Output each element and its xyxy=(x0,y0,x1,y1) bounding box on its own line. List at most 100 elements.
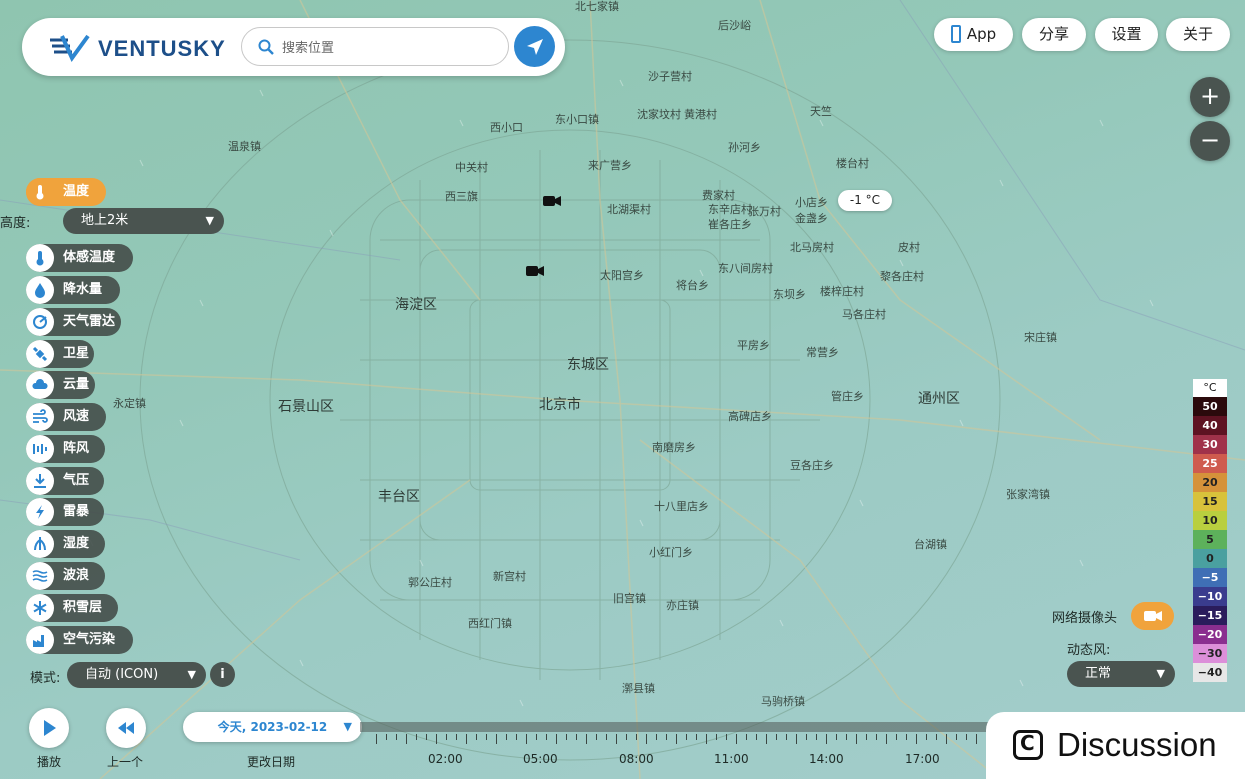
place-label: 旧宫镇 xyxy=(613,592,646,605)
legend-step: 40 xyxy=(1193,416,1227,435)
layer-thunderstorm[interactable]: 雷暴 xyxy=(26,498,104,526)
play-icon xyxy=(44,720,56,736)
place-label: 北七家镇 xyxy=(575,0,619,13)
time-label[interactable]: 11:00 xyxy=(714,752,749,766)
timeline-tick xyxy=(776,734,777,740)
timeline-tick xyxy=(766,734,767,744)
timeline-tick xyxy=(726,734,727,740)
waves-icon xyxy=(26,562,54,590)
model-info-button[interactable]: i xyxy=(210,662,235,687)
place-label: 东小口镇 xyxy=(555,113,599,126)
place-label: 东八间房村 xyxy=(718,262,773,275)
legend-step: 15 xyxy=(1193,492,1227,511)
search-input[interactable] xyxy=(280,36,504,60)
thermometer-icon xyxy=(26,178,54,206)
place-label: 郭公庄村 xyxy=(408,576,452,589)
model-select[interactable]: 自动 (ICON) ▼ xyxy=(67,662,206,688)
locate-button[interactable] xyxy=(514,26,555,67)
place-label: 将台乡 xyxy=(676,279,709,292)
layer-air-pollution[interactable]: 空气污染 xyxy=(26,626,133,654)
timeline-tick xyxy=(956,734,957,740)
brand-search-bar: VENTUSKY xyxy=(22,18,565,76)
time-label[interactable]: 02:00 xyxy=(428,752,463,766)
timeline-track[interactable] xyxy=(360,722,1000,732)
animated-wind-value: 正常 xyxy=(1085,666,1112,681)
webcam-marker-icon[interactable] xyxy=(543,195,561,207)
discussion-button[interactable]: C Discussion xyxy=(986,712,1245,779)
legend-step: −40 xyxy=(1193,663,1227,682)
layer-radar[interactable]: 天气雷达 xyxy=(26,308,121,336)
layer-humidity[interactable]: 湿度 xyxy=(26,530,105,558)
date-select[interactable]: 今天, 2023-02-12 ▼ xyxy=(183,712,362,742)
place-label: 台湖镇 xyxy=(914,538,947,551)
district-label: 东城区 xyxy=(567,357,609,373)
share-button[interactable]: 分享 xyxy=(1022,18,1086,51)
layer-clouds[interactable]: 云量 xyxy=(26,371,95,399)
layer-snow[interactable]: 积雪层 xyxy=(26,594,118,622)
layer-satellite[interactable]: 卫星 xyxy=(26,340,94,368)
legend-step: 20 xyxy=(1193,473,1227,492)
layer-label: 波浪 xyxy=(63,568,90,583)
place-label: 黎各庄村 xyxy=(880,270,924,283)
layer-feels-like[interactable]: 体感温度 xyxy=(26,244,133,272)
layer-wind[interactable]: 风速 xyxy=(26,403,106,431)
settings-button[interactable]: 设置 xyxy=(1095,18,1158,51)
layer-gusts[interactable]: 阵风 xyxy=(26,435,105,463)
district-label: 石景山区 xyxy=(278,399,334,415)
legend-step: 10 xyxy=(1193,511,1227,530)
district-label: 丰台区 xyxy=(378,489,420,505)
temperature-bubble[interactable]: -1 °C xyxy=(838,190,892,211)
search-box[interactable] xyxy=(241,27,509,66)
legend-step: −10 xyxy=(1193,587,1227,606)
zoom-out-button[interactable]: − xyxy=(1190,121,1230,161)
discussion-label: Discussion xyxy=(1057,726,1217,763)
timeline-tick xyxy=(666,734,667,740)
ventusky-logo[interactable]: VENTUSKY xyxy=(48,32,230,62)
timeline-tick xyxy=(606,734,607,740)
layer-waves[interactable]: 波浪 xyxy=(26,562,105,590)
time-label[interactable]: 14:00 xyxy=(809,752,844,766)
place-label: 常营乡 xyxy=(806,346,839,359)
place-label: 漷县镇 xyxy=(622,682,655,695)
place-label: 小红门乡 xyxy=(649,546,693,559)
brand-name: VENTUSKY xyxy=(98,36,226,61)
timeline-tick xyxy=(486,734,487,740)
place-label: 后沙峪 xyxy=(718,19,751,32)
legend-unit: °C xyxy=(1193,379,1227,397)
legend-step: 30 xyxy=(1193,435,1227,454)
district-label: 海淀区 xyxy=(395,297,437,313)
layer-precipitation[interactable]: 降水量 xyxy=(26,276,120,304)
model-value: 自动 (ICON) xyxy=(85,667,159,682)
place-label: 天竺 xyxy=(810,105,832,118)
app-button[interactable]: App xyxy=(934,18,1013,51)
timeline-tick xyxy=(586,734,587,744)
animated-wind-select[interactable]: 正常 ▼ xyxy=(1067,661,1175,687)
webcam-marker-icon[interactable] xyxy=(526,265,544,277)
webcam-toggle[interactable] xyxy=(1131,602,1174,630)
place-label: 新宫村 xyxy=(493,570,526,583)
time-label[interactable]: 17:00 xyxy=(905,752,940,766)
time-label[interactable]: 05:00 xyxy=(523,752,558,766)
place-label: 管庄乡 xyxy=(831,390,864,403)
place-label: 永定镇 xyxy=(113,397,146,410)
layer-temperature[interactable]: 温度 xyxy=(26,178,106,206)
layer-pressure[interactable]: 气压 xyxy=(26,467,104,495)
place-label: 金盏乡 xyxy=(795,212,828,225)
height-select[interactable]: 地上2米 ▼ xyxy=(63,208,224,234)
timeline-tick xyxy=(696,734,697,740)
height-value: 地上2米 xyxy=(81,213,129,228)
timeline-tick xyxy=(556,734,557,744)
place-label: 西小口 xyxy=(490,121,523,134)
previous-button[interactable] xyxy=(106,708,146,748)
time-label[interactable]: 08:00 xyxy=(619,752,654,766)
zoom-in-button[interactable]: + xyxy=(1190,77,1230,117)
place-label: 东辛店村 xyxy=(708,203,752,216)
place-label: 楼台村 xyxy=(836,157,869,170)
feels-like-icon xyxy=(26,244,54,272)
place-label: 平房乡 xyxy=(737,339,770,352)
factory-icon xyxy=(26,626,54,654)
play-button[interactable] xyxy=(29,708,69,748)
animated-wind-label: 动态风: xyxy=(1067,643,1111,658)
about-button[interactable]: 关于 xyxy=(1166,18,1230,51)
timeline-tick xyxy=(466,734,467,744)
